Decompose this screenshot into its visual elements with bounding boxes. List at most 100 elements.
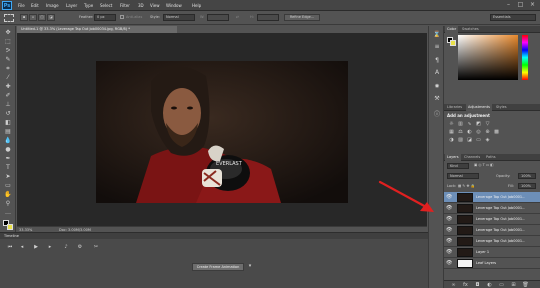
- visibility-eye-icon[interactable]: 👁: [446, 260, 452, 267]
- more-tools-icon[interactable]: …: [3, 208, 13, 217]
- settings-icon[interactable]: ⚙: [76, 244, 84, 250]
- feather-input[interactable]: 0 px: [94, 14, 116, 21]
- threshold-icon[interactable]: ◪: [466, 137, 473, 143]
- color-balance-icon[interactable]: ⚖: [457, 129, 464, 135]
- info-icon[interactable]: ⓘ: [432, 110, 442, 119]
- curves-icon[interactable]: ∿: [466, 121, 473, 127]
- tab-swatches[interactable]: Swatches: [460, 26, 481, 33]
- layer-style-icon[interactable]: fx: [462, 282, 469, 288]
- background-color-swatch[interactable]: [7, 224, 13, 230]
- new-selection-icon[interactable]: ▪: [20, 14, 28, 21]
- layer-row[interactable]: 👁 Layer 1: [444, 247, 540, 258]
- play-icon[interactable]: ▶: [32, 244, 40, 250]
- history-icon[interactable]: ⌛: [432, 30, 442, 39]
- subtract-selection-icon[interactable]: ◫: [38, 14, 46, 21]
- create-frame-animation-button[interactable]: Create Frame Animation: [192, 263, 244, 271]
- style-select[interactable]: Normal: [163, 14, 195, 21]
- levels-icon[interactable]: ▥: [457, 121, 464, 127]
- workspace-select[interactable]: Essentials: [490, 14, 536, 21]
- layer-row[interactable]: 👁 Leverage Tap Out Job0001...: [444, 192, 540, 203]
- marquee-tool-icon[interactable]: ⬚: [3, 37, 13, 46]
- swap-icon[interactable]: ⇄: [236, 15, 239, 19]
- menu-view[interactable]: View: [150, 3, 160, 8]
- menu-window[interactable]: Window: [166, 3, 182, 8]
- invert-icon[interactable]: ◑: [448, 137, 455, 143]
- lock-icons[interactable]: ▦ ✎ ✥ 🔒: [458, 184, 475, 188]
- posterize-icon[interactable]: ▨: [457, 137, 464, 143]
- menu-file[interactable]: File: [18, 3, 25, 8]
- intersect-selection-icon[interactable]: ◪: [47, 14, 55, 21]
- split-icon[interactable]: ✂: [92, 244, 100, 250]
- menu-select[interactable]: Select: [100, 3, 112, 8]
- layer-mask-icon[interactable]: ◘: [474, 282, 481, 288]
- layer-kind-filter[interactable]: Kind: [447, 163, 469, 169]
- tab-styles[interactable]: Styles: [494, 104, 509, 111]
- gradient-tool-icon[interactable]: ▤: [3, 127, 13, 136]
- tab-libraries[interactable]: Libraries: [445, 104, 464, 111]
- menu-edit[interactable]: Edit: [31, 3, 39, 8]
- layer-row[interactable]: 👁 Leaf Layers: [444, 258, 540, 269]
- layer-row[interactable]: 👁 Leverage Tap Out Job0001...: [444, 203, 540, 214]
- gradient-map-icon[interactable]: ▭: [475, 137, 482, 143]
- layer-row[interactable]: 👁 Leverage Tap Out Job0001...: [444, 225, 540, 236]
- history-brush-tool-icon[interactable]: ↺: [3, 109, 13, 118]
- visibility-eye-icon[interactable]: 👁: [446, 249, 452, 256]
- fill-input[interactable]: 100%: [518, 183, 536, 189]
- audio-icon[interactable]: ♪: [62, 244, 70, 250]
- blur-tool-icon[interactable]: 💧: [3, 136, 13, 145]
- visibility-eye-icon[interactable]: 👁: [446, 216, 452, 223]
- previous-frame-icon[interactable]: ◂: [18, 244, 26, 250]
- color-background-swatch[interactable]: [450, 40, 456, 46]
- first-frame-icon[interactable]: ⏮: [6, 244, 14, 250]
- opacity-input[interactable]: 100%: [518, 173, 536, 179]
- eyedropper-tool-icon[interactable]: ⁄: [3, 73, 13, 82]
- selective-color-icon[interactable]: ◈: [484, 137, 491, 143]
- new-group-icon[interactable]: ▭: [498, 282, 505, 288]
- adjustment-layer-icon[interactable]: ◐: [486, 282, 493, 288]
- height-input[interactable]: [257, 14, 279, 21]
- lasso-tool-icon[interactable]: ᕗ: [3, 46, 13, 55]
- menu-filter[interactable]: Filter: [120, 3, 130, 8]
- eraser-tool-icon[interactable]: ◧: [3, 118, 13, 127]
- close-icon[interactable]: ×: [527, 1, 538, 9]
- minimize-icon[interactable]: –: [503, 1, 514, 9]
- dodge-tool-icon[interactable]: ●: [3, 145, 13, 154]
- link-layers-icon[interactable]: ∞: [450, 282, 457, 288]
- photo-filter-icon[interactable]: ◎: [475, 129, 482, 135]
- exposure-icon[interactable]: ◩: [475, 121, 482, 127]
- visibility-eye-icon[interactable]: 👁: [446, 238, 452, 245]
- menu-3d[interactable]: 3D: [138, 3, 144, 8]
- brush-tool-icon[interactable]: ✐: [3, 91, 13, 100]
- hue-saturation-icon[interactable]: ▦: [448, 129, 455, 135]
- refine-edge-button[interactable]: Refine Edge...: [284, 14, 320, 21]
- tab-channels[interactable]: Channels: [462, 154, 482, 161]
- quick-select-tool-icon[interactable]: ✎: [3, 55, 13, 64]
- tool-preset-icon[interactable]: ⚒: [432, 94, 442, 103]
- document-tab[interactable]: Untitled-1 @ 33.3% (Leverage Tap Out Job…: [17, 26, 177, 33]
- layer-row[interactable]: 👁 Leverage Tap Out Job0001...: [444, 214, 540, 225]
- black-white-icon[interactable]: ◐: [466, 129, 473, 135]
- add-selection-icon[interactable]: ▫: [29, 14, 37, 21]
- hand-tool-icon[interactable]: ✋: [3, 190, 13, 199]
- color-spectrum[interactable]: [458, 35, 518, 80]
- brush-preset-icon[interactable]: ✸: [432, 82, 442, 91]
- crop-tool-icon[interactable]: ⌗: [3, 64, 13, 73]
- tab-color[interactable]: Color: [445, 26, 459, 33]
- character-icon[interactable]: A: [432, 68, 442, 77]
- trash-icon[interactable]: 🗑: [522, 282, 529, 288]
- marquee-tool-icon[interactable]: [4, 14, 14, 22]
- menu-type[interactable]: Type: [84, 3, 93, 8]
- width-input[interactable]: [207, 14, 229, 21]
- visibility-eye-icon[interactable]: 👁: [446, 205, 452, 212]
- dropdown-arrow-icon[interactable]: ▾: [246, 263, 254, 269]
- path-selection-tool-icon[interactable]: ➤: [3, 172, 13, 181]
- layer-filter-icons[interactable]: ▣ ◎ T ▭ ◧: [474, 163, 494, 167]
- move-tool-icon[interactable]: ✥: [3, 28, 13, 37]
- color-lookup-icon[interactable]: ▩: [493, 129, 500, 135]
- menu-help[interactable]: Help: [192, 3, 201, 8]
- type-tool-icon[interactable]: T: [3, 163, 13, 172]
- vibrance-icon[interactable]: ▽: [484, 121, 491, 127]
- antialias-checkbox[interactable]: [120, 15, 124, 19]
- menu-layer[interactable]: Layer: [66, 3, 77, 8]
- tab-adjustments[interactable]: Adjustments: [466, 104, 492, 111]
